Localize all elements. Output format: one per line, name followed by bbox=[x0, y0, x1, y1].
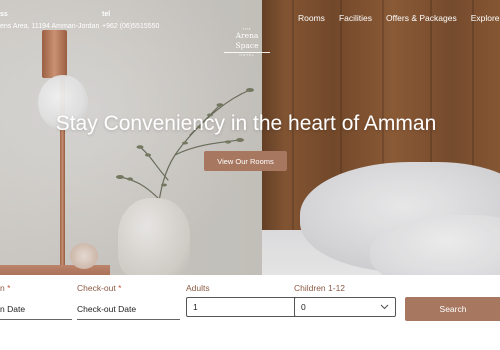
logo-top-text: THE bbox=[242, 27, 252, 31]
children-select[interactable]: 0 bbox=[294, 297, 396, 317]
nav-facilities[interactable]: Facilities bbox=[339, 13, 372, 23]
checkout-label: Check-out * bbox=[77, 283, 121, 293]
hotel-logo[interactable]: THE Arena Space HOTEL bbox=[224, 28, 270, 58]
checkout-input[interactable]: Check-out Date bbox=[77, 304, 136, 314]
nav-offers-packages[interactable]: Offers & Packages bbox=[386, 13, 457, 23]
checkout-label-text: Check-out bbox=[77, 283, 116, 293]
checkin-label-text: n bbox=[0, 283, 5, 293]
logo-sub-text: HOTEL bbox=[239, 53, 255, 57]
required-mark: * bbox=[7, 283, 11, 293]
children-label: Children 1-12 bbox=[294, 283, 346, 293]
children-value: 0 bbox=[301, 302, 306, 312]
tel-text[interactable]: +962 (06)5515550 bbox=[102, 21, 159, 33]
view-rooms-button[interactable]: View Our Rooms bbox=[204, 151, 287, 171]
main-nav: Rooms Facilities Offers & Packages Explo… bbox=[298, 13, 500, 23]
nav-rooms[interactable]: Rooms bbox=[298, 13, 325, 23]
address-text: ens Area, 11194 Amman-Jordan bbox=[0, 23, 100, 30]
adults-label: Adults bbox=[186, 283, 210, 293]
address-label: ss bbox=[0, 11, 8, 18]
checkin-input[interactable]: n Date bbox=[0, 304, 25, 314]
contact-tel: tel +962 (06)5515550 bbox=[102, 9, 159, 33]
chevron-down-icon bbox=[380, 304, 389, 310]
tel-label: tel bbox=[102, 11, 111, 18]
hero-title: Stay Conveniency in the heart of Amman bbox=[55, 112, 437, 135]
booking-form: n * n Date Check-out * Check-out Date Ad… bbox=[0, 275, 500, 350]
nav-explore[interactable]: Explore bbox=[471, 13, 500, 23]
checkin-label: n * bbox=[0, 283, 10, 293]
adults-value: 1 bbox=[193, 302, 198, 312]
checkout-underline bbox=[77, 319, 180, 320]
checkin-underline bbox=[0, 319, 72, 320]
search-button[interactable]: Search bbox=[405, 297, 500, 321]
logo-name: Arena Space bbox=[224, 31, 270, 53]
required-mark: * bbox=[118, 283, 122, 293]
contact-address: ss ens Area, 11194 Amman-Jordan bbox=[0, 9, 99, 33]
